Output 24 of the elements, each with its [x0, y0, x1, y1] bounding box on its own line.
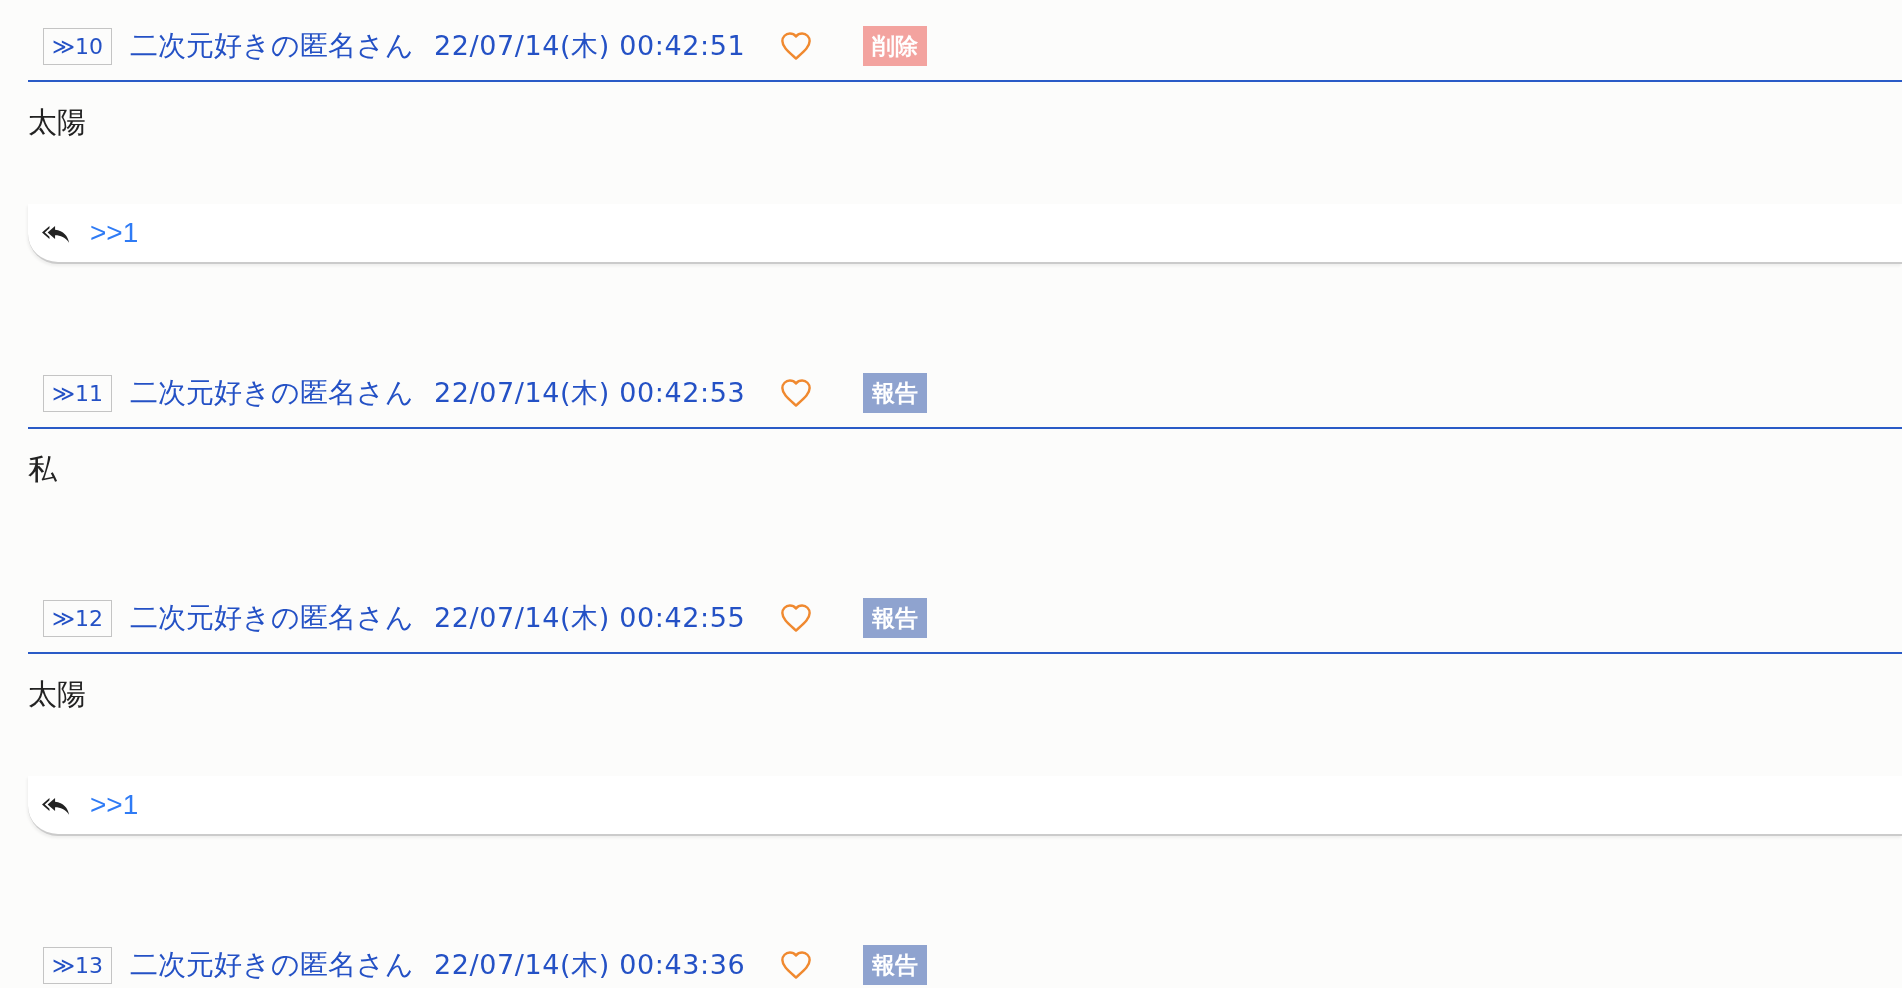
post-timestamp: 22/07/14(木) 00:42:53 — [434, 376, 746, 410]
post-body: 太陽 — [28, 104, 87, 141]
post-number-button[interactable]: ≫10 — [43, 27, 113, 65]
post-number-button[interactable]: ≫13 — [43, 946, 113, 984]
post-body: 私 — [28, 451, 58, 488]
post-number-button[interactable]: ≫11 — [43, 374, 113, 412]
reply-link[interactable]: >>1 — [90, 217, 139, 249]
post-timestamp: 22/07/14(木) 00:42:51 — [434, 29, 746, 63]
heart-icon[interactable] — [781, 604, 812, 632]
heart-icon[interactable] — [781, 951, 812, 979]
reply-link[interactable]: >>1 — [90, 789, 139, 821]
heart-icon[interactable] — [781, 32, 812, 60]
poster-name: 二次元好きの匿名さん — [130, 947, 415, 983]
poster-name: 二次元好きの匿名さん — [130, 28, 415, 64]
post-number-button[interactable]: ≫12 — [43, 599, 113, 637]
post-body: 太陽 — [28, 676, 87, 713]
report-button[interactable]: 報告 — [863, 373, 928, 413]
post-timestamp: 22/07/14(木) 00:42:55 — [434, 601, 746, 635]
post-timestamp: 22/07/14(木) 00:43:36 — [434, 948, 746, 982]
poster-name: 二次元好きの匿名さん — [130, 375, 415, 411]
report-button[interactable]: 報告 — [863, 945, 928, 985]
report-button[interactable]: 報告 — [863, 598, 928, 638]
heart-icon[interactable] — [781, 379, 812, 407]
poster-name: 二次元好きの匿名さん — [130, 600, 415, 636]
